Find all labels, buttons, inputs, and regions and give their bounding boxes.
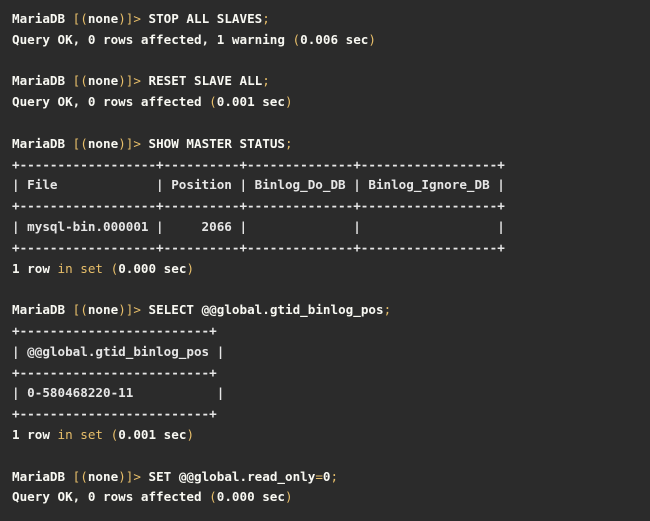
terminal-text: ): [186, 260, 195, 276]
terminal-text: 1 row: [12, 260, 58, 276]
terminal-text: ;: [383, 302, 392, 318]
terminal-line: 1 row in set (0.001 sec): [12, 425, 638, 446]
terminal-text: in set: [57, 260, 104, 276]
terminal-text: [(: [72, 468, 88, 484]
terminal-text: none: [87, 11, 119, 26]
terminal-text: [(: [72, 302, 88, 318]
terminal-text: Query OK, 0 rows affected, 1 warning: [12, 31, 293, 47]
terminal-text: Query OK, 0 rows affected: [12, 489, 210, 505]
terminal-line: MariaDB [(none)]> STOP ALL SLAVES;: [12, 9, 638, 30]
terminal-text: 0.000 sec: [118, 260, 187, 276]
terminal-text: STOP ALL SLAVES: [140, 11, 263, 26]
terminal-text: MariaDB: [12, 73, 73, 89]
terminal-text: MariaDB: [12, 302, 73, 318]
terminal-line: +-------------------------+: [12, 321, 638, 342]
terminal-text: ;: [285, 135, 293, 151]
terminal-text: | File | Position | Binlog_Do_DB | Binlo…: [12, 177, 505, 193]
terminal-text: MariaDB: [12, 11, 73, 26]
terminal-text: +-------------------------+: [12, 322, 217, 338]
terminal-line: +-------------------------+: [12, 363, 638, 384]
terminal-text: [(: [72, 11, 88, 26]
terminal-text: ;: [330, 468, 339, 484]
terminal-text: +------------------+----------+---------…: [12, 198, 505, 214]
terminal-text: none: [87, 135, 119, 151]
terminal-text: [(: [72, 135, 88, 151]
terminal-output[interactable]: MariaDB [(none)]> STOP ALL SLAVES; Query …: [0, 0, 650, 521]
terminal-text: (: [209, 489, 217, 505]
terminal-text: MariaDB: [12, 468, 73, 484]
terminal-text: +------------------+----------+---------…: [12, 156, 505, 172]
terminal-line: 1 row in set (0.000 sec): [12, 259, 638, 280]
terminal-line: MariaDB [(none)]> RESET SLAVE ALL;: [12, 71, 638, 92]
terminal-text: )]>: [118, 468, 141, 484]
terminal-text: 0.000 sec: [216, 489, 285, 505]
terminal-line: | 0-580468220-11 |: [12, 383, 638, 404]
terminal-text: 0.006 sec: [300, 31, 369, 47]
terminal-text: SET @@global.read_only: [140, 468, 316, 484]
terminal-text: RESET SLAVE ALL: [140, 73, 263, 89]
terminal-line: +------------------+----------+---------…: [12, 196, 638, 217]
terminal-text: ): [186, 426, 195, 442]
terminal-text: SELECT @@global.gtid_binlog_pos: [140, 302, 384, 318]
terminal-text: +-------------------------+: [12, 406, 217, 422]
terminal-line: +------------------+----------+---------…: [12, 238, 638, 259]
terminal-text: | 0-580468220-11 |: [12, 385, 225, 401]
terminal-text: ;: [262, 11, 270, 26]
terminal-text: =: [315, 468, 323, 484]
terminal-text: ): [368, 31, 376, 47]
terminal-line: MariaDB [(none)]> SELECT @@global.gtid_b…: [12, 300, 638, 321]
terminal-line: Query OK, 0 rows affected (0.001 sec): [12, 92, 638, 113]
terminal-text: )]>: [118, 135, 141, 151]
terminal-text: none: [87, 73, 119, 89]
terminal-text: )]>: [118, 73, 141, 89]
terminal-text: ): [284, 94, 293, 110]
terminal-text: (: [292, 31, 301, 47]
terminal-text: +-------------------------+: [12, 364, 217, 380]
terminal-text: | @@global.gtid_binlog_pos |: [12, 343, 225, 359]
terminal-text: 0: [322, 468, 331, 484]
terminal-text: | mysql-bin.000001 | 2066 | | |: [12, 218, 505, 234]
terminal-text: (: [209, 94, 217, 110]
terminal-text: 1 row: [12, 426, 58, 442]
terminal-line: +------------------+----------+---------…: [12, 155, 638, 176]
terminal-text: 0.001 sec: [216, 94, 285, 110]
terminal-line: MariaDB [(none)]> SET @@global.read_only…: [12, 467, 638, 488]
terminal-text: 0.001 sec: [118, 426, 187, 442]
terminal-text: )]>: [118, 302, 141, 318]
terminal-line: Query OK, 0 rows affected, 1 warning (0.…: [12, 30, 638, 51]
terminal-line: Query OK, 0 rows affected (0.000 sec): [12, 487, 638, 508]
terminal-text: none: [87, 302, 119, 318]
terminal-text: Query OK, 0 rows affected: [12, 94, 210, 110]
terminal-line: MariaDB [(none)]> SHOW MASTER STATUS;: [12, 134, 638, 155]
terminal-text: in set: [57, 426, 104, 442]
terminal-text: )]>: [118, 11, 141, 26]
terminal-text: ): [284, 489, 293, 505]
terminal-line: | @@global.gtid_binlog_pos |: [12, 342, 638, 363]
terminal-text: ;: [262, 73, 270, 89]
terminal-line: | mysql-bin.000001 | 2066 | | |: [12, 217, 638, 238]
terminal-line: +-------------------------+: [12, 404, 638, 425]
terminal-text: none: [87, 468, 119, 484]
terminal-text: MariaDB: [12, 135, 73, 151]
terminal-text: +------------------+----------+---------…: [12, 239, 505, 255]
terminal-text: [(: [72, 73, 88, 89]
terminal-text: SHOW MASTER STATUS: [140, 135, 285, 151]
terminal-line: | File | Position | Binlog_Do_DB | Binlo…: [12, 175, 638, 196]
